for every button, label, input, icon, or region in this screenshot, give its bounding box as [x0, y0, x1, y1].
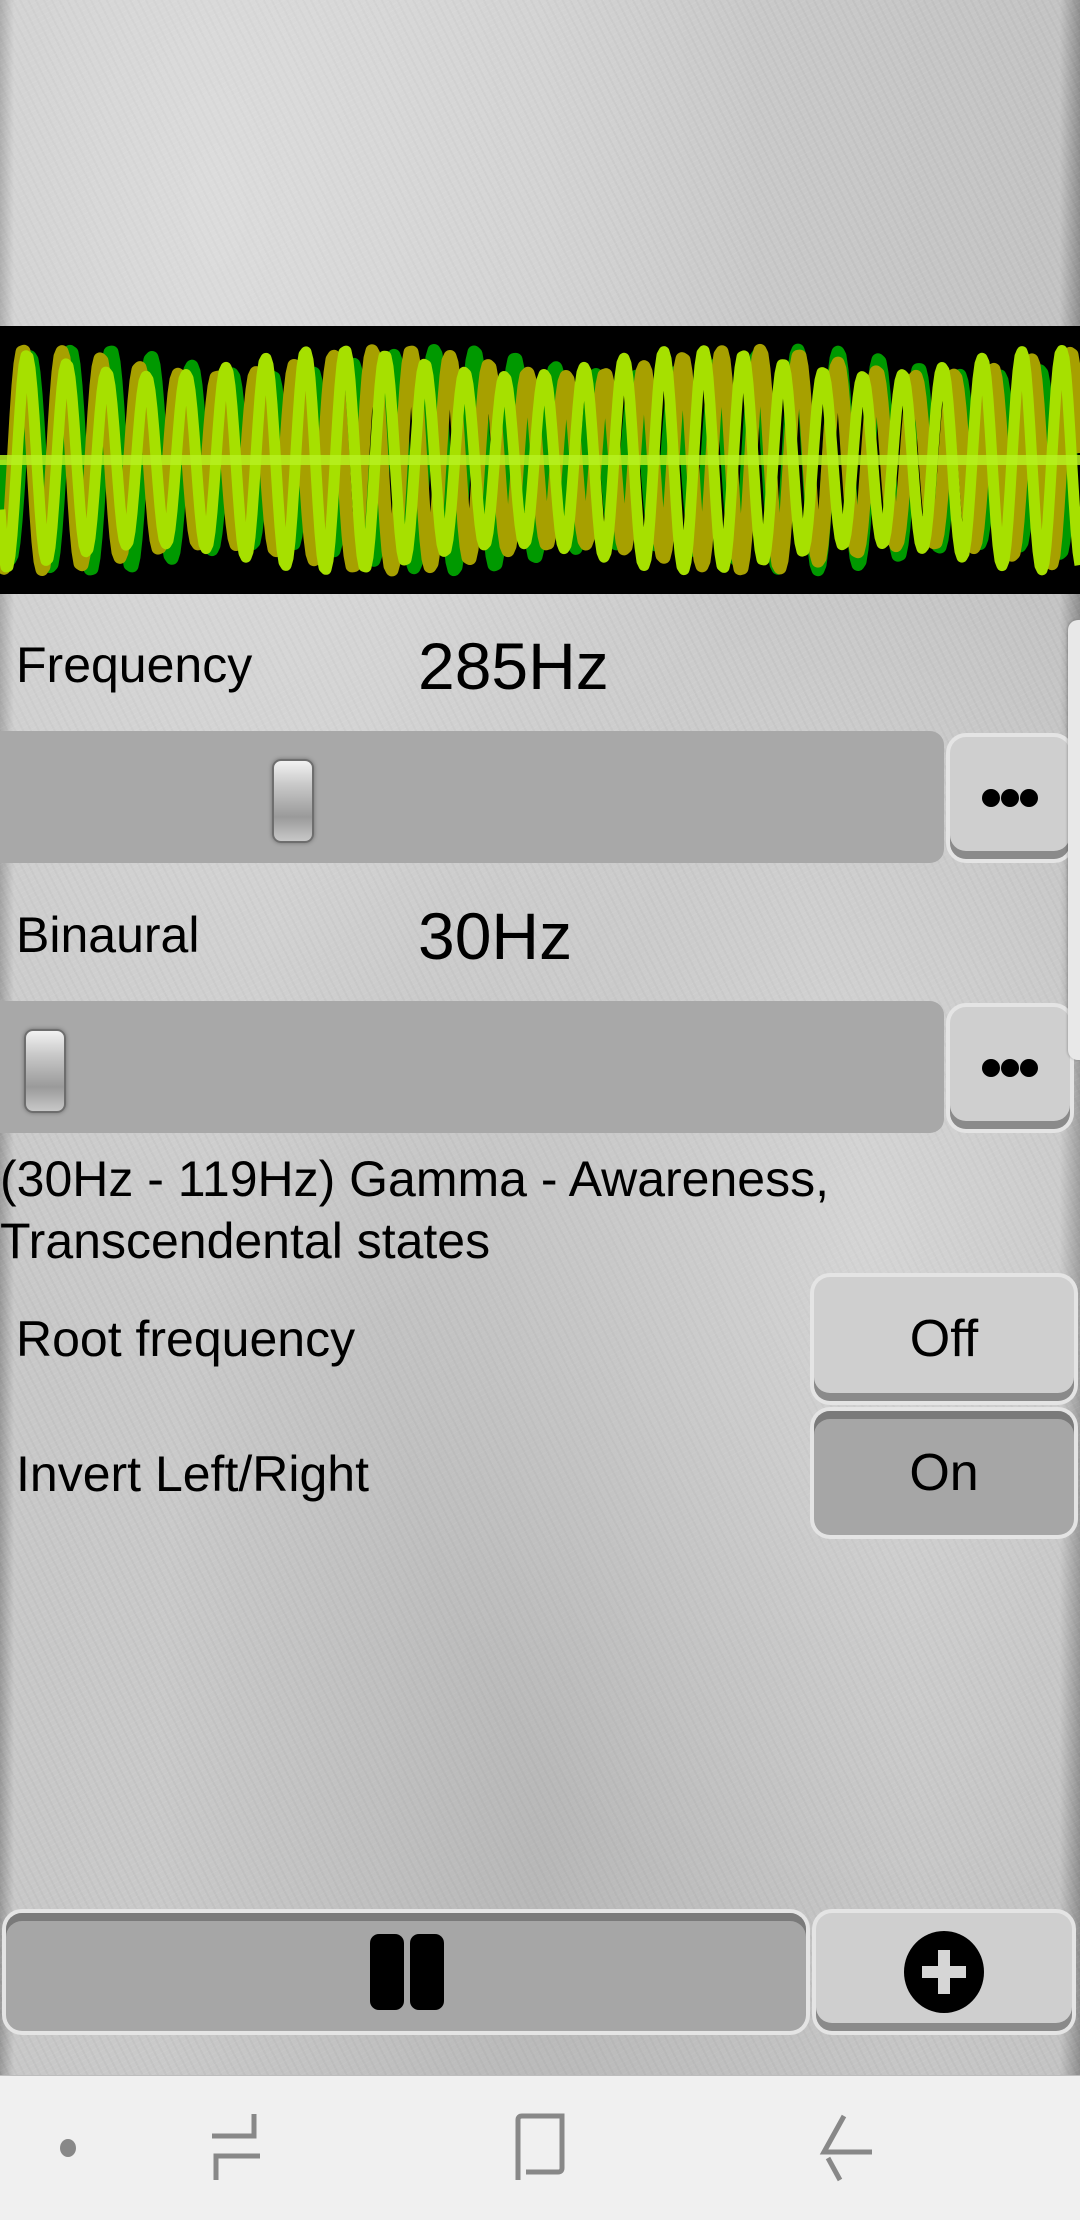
play-pause-button[interactable] — [6, 1913, 806, 2031]
waveform-visualizer — [0, 326, 1080, 594]
frequency-value: 285Hz — [418, 629, 609, 703]
invert-left-right-toggle[interactable]: On — [814, 1411, 1074, 1535]
root-frequency-label: Root frequency — [16, 1311, 356, 1367]
invert-left-right-label: Invert Left/Right — [16, 1446, 369, 1502]
waveform-center-line — [0, 455, 1080, 465]
waveform-graph — [0, 343, 1080, 577]
binaural-range-description: (30Hz - 119Hz) Gamma - Awareness, Transc… — [0, 1148, 1000, 1272]
frequency-slider[interactable] — [0, 731, 944, 863]
frequency-label: Frequency — [16, 637, 253, 693]
frequency-slider-thumb[interactable] — [271, 759, 314, 843]
frequency-more-button[interactable] — [950, 737, 1070, 859]
plus-circle-icon — [904, 1931, 984, 2013]
ellipsis-icon — [981, 789, 1039, 807]
home-icon[interactable] — [512, 2112, 568, 2182]
root-frequency-state: Off — [909, 1310, 979, 1368]
ellipsis-icon — [981, 1059, 1039, 1077]
add-button[interactable] — [816, 1913, 1072, 2031]
dot-icon[interactable] — [56, 2134, 80, 2162]
invert-left-right-state: On — [909, 1444, 979, 1502]
back-icon[interactable] — [814, 2112, 874, 2182]
description-line-2: Transcendental states — [0, 1213, 491, 1269]
binaural-label: Binaural — [16, 907, 200, 963]
system-navigation-bar — [0, 2076, 1080, 2220]
binaural-slider-thumb[interactable] — [24, 1029, 66, 1113]
pause-icon — [370, 1934, 444, 2010]
recent-apps-icon[interactable] — [206, 2112, 266, 2182]
binaural-value: 30Hz — [418, 899, 573, 973]
description-line-1: (30Hz - 119Hz) Gamma - Awareness, — [0, 1151, 829, 1207]
binaural-more-button[interactable] — [950, 1007, 1070, 1129]
binaural-slider[interactable] — [0, 1001, 944, 1133]
root-frequency-toggle[interactable]: Off — [814, 1277, 1074, 1401]
scrollbar[interactable] — [1068, 620, 1080, 1060]
